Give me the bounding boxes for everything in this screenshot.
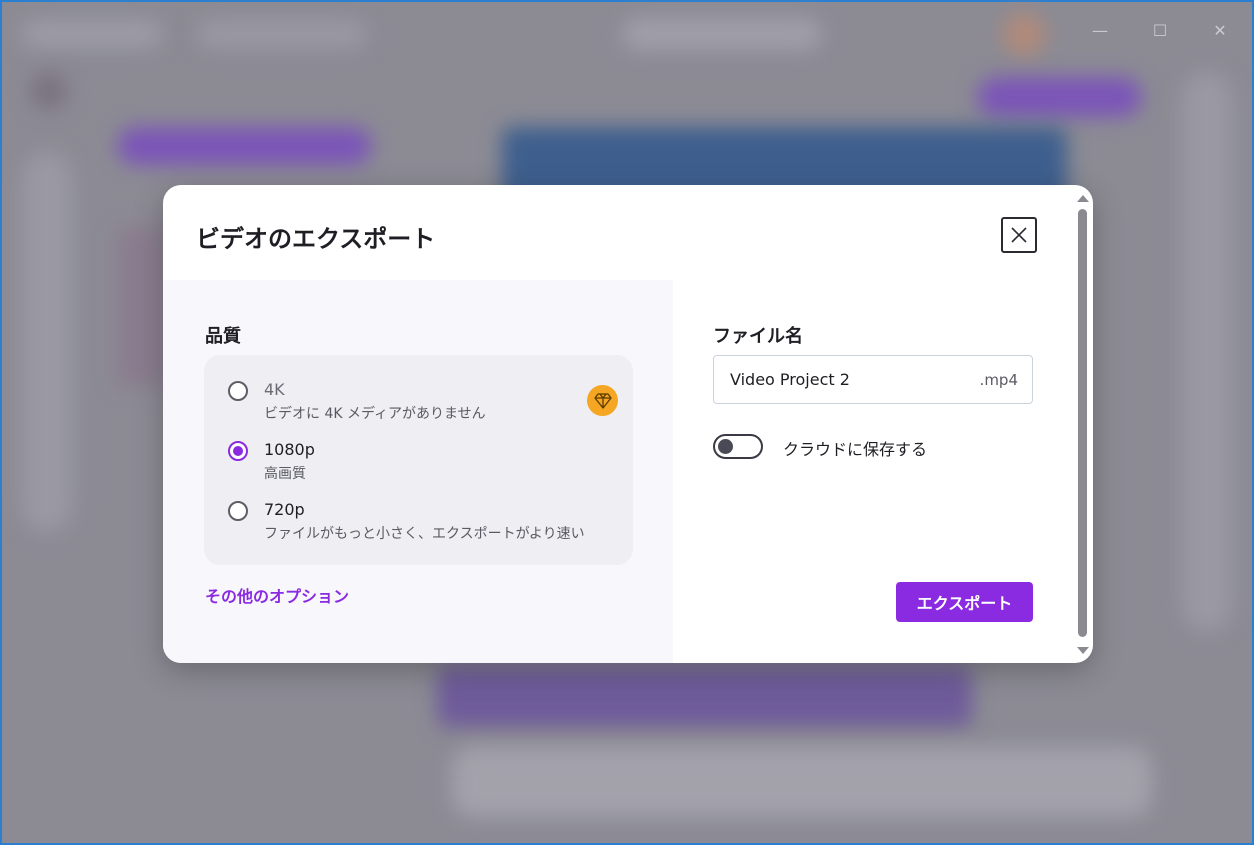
option-subtitle: ビデオに 4K メディアがありません (264, 406, 486, 422)
option-title: 720p (264, 500, 305, 519)
file-extension: .mp4 (979, 371, 1018, 389)
export-button[interactable]: エクスポート (896, 582, 1033, 622)
dialog-title: ビデオのエクスポート (196, 225, 436, 253)
quality-option-1080p[interactable]: 1080p 高画質 (228, 440, 628, 491)
option-subtitle: ファイルがもっと小さく、エクスポートがより速い (264, 526, 585, 542)
bg-project-title (197, 20, 367, 48)
filename-label: ファイル名 (713, 326, 803, 347)
dialog-scrollbar[interactable] (1073, 185, 1093, 663)
quality-option-4k[interactable]: 4K ビデオに 4K メディアがありません (228, 380, 628, 431)
window-close-button[interactable]: ✕ (1205, 16, 1235, 46)
filename-field[interactable]: .mp4 (713, 355, 1033, 404)
cloud-save-toggle[interactable] (713, 434, 763, 459)
quality-options: 4K ビデオに 4K メディアがありません 1080p 高画質 720p ファイ… (204, 355, 633, 565)
bg-timeline (452, 747, 1152, 817)
close-dialog-button[interactable] (1001, 217, 1037, 253)
export-dialog: ビデオのエクスポート 品質 4K ビデオに 4K メディアがありません 1080… (163, 185, 1093, 663)
bg-timeline-track (437, 667, 972, 727)
gem-icon (593, 392, 612, 409)
toggle-knob (718, 439, 733, 454)
quality-label: 品質 (205, 326, 241, 347)
bg-left-rail (22, 152, 72, 532)
maximize-button[interactable]: ☐ (1145, 16, 1175, 46)
cloud-save-label: クラウドに保存する (783, 440, 928, 459)
radio-1080p[interactable] (228, 441, 248, 461)
bg-media-thumb (117, 227, 167, 387)
bg-right-panel (1182, 72, 1232, 632)
quality-option-720p[interactable]: 720p ファイルがもっと小さく、エクスポートがより速い (228, 500, 628, 551)
bg-export-button (977, 77, 1142, 117)
bg-avatar (1002, 12, 1046, 56)
bg-search (622, 18, 822, 50)
option-subtitle: 高画質 (264, 466, 306, 482)
minimize-button[interactable]: — (1085, 16, 1115, 46)
premium-badge (587, 385, 618, 416)
radio-4k[interactable] (228, 381, 248, 401)
option-title: 4K (264, 380, 285, 399)
scroll-up-arrow-icon[interactable] (1077, 195, 1089, 202)
radio-720p[interactable] (228, 501, 248, 521)
bg-toolbar (22, 20, 162, 48)
bg-left-avatar (30, 72, 68, 110)
more-options-link[interactable]: その他のオプション (205, 583, 349, 607)
scroll-down-arrow-icon[interactable] (1077, 647, 1089, 654)
scrollbar-thumb[interactable] (1078, 209, 1087, 637)
bg-create-button (117, 127, 372, 165)
close-icon (1011, 227, 1027, 243)
option-title: 1080p (264, 440, 315, 459)
filename-input[interactable] (730, 370, 960, 389)
